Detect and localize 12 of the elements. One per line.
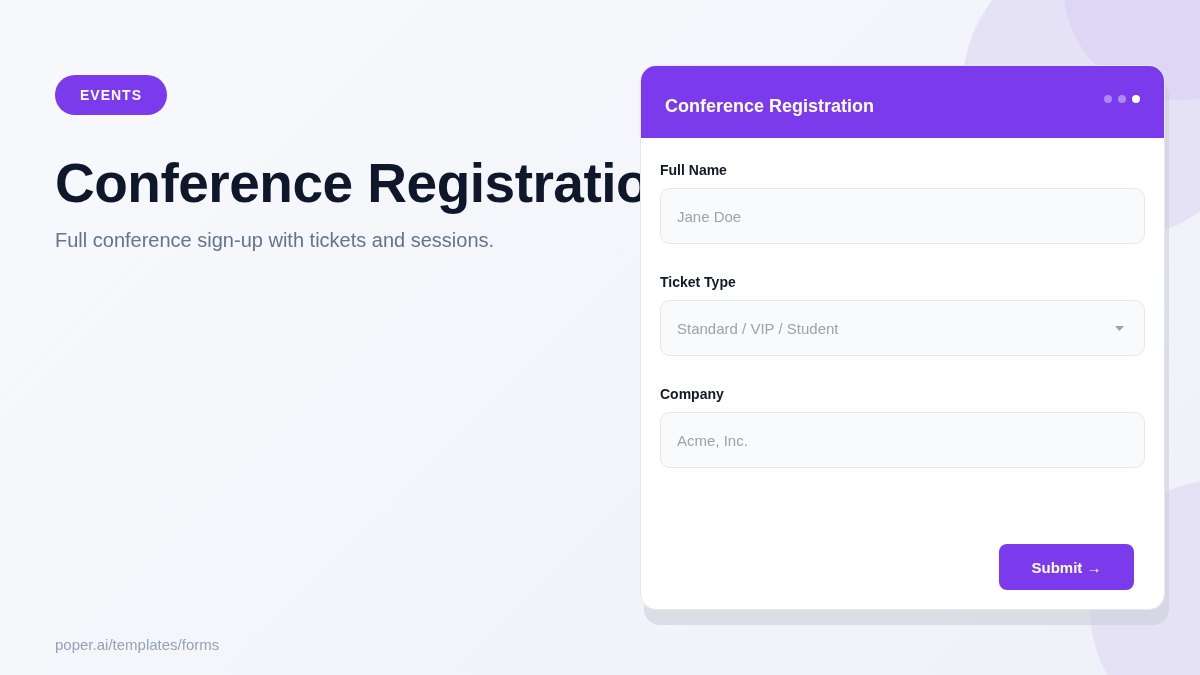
form-title: Conference Registration — [665, 95, 875, 117]
footer-url: poper.ai/templates/forms — [55, 636, 221, 653]
field-label: Full Name — [660, 162, 728, 178]
page-subtitle: Full conference sign-up with tickets and sessions. — [55, 229, 496, 252]
input-field[interactable]: Acme, Inc. — [660, 412, 1145, 468]
category-badge: EVENTS — [55, 75, 167, 115]
input-field[interactable]: Jane Doe — [660, 188, 1145, 244]
page-title: Conference Registratio — [55, 151, 640, 215]
submit-button[interactable]: Submit → — [999, 544, 1134, 590]
field-label: Ticket Type — [660, 274, 737, 290]
field-label: Company — [660, 386, 725, 402]
caret-icon — [1115, 325, 1124, 331]
